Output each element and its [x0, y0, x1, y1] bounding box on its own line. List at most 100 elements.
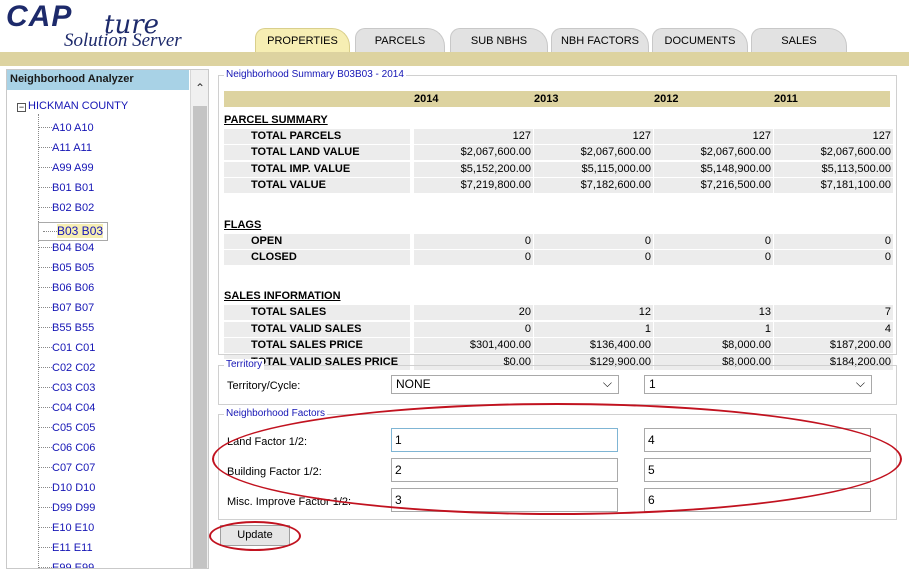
panel-scrollbar[interactable]: ⌃	[190, 70, 208, 568]
section-title: PARCEL SUMMARY	[224, 114, 328, 126]
row-value: $5,148,900.00	[654, 161, 773, 177]
tab-sub-nbhs[interactable]: SUB NBHS	[450, 28, 548, 52]
row-value: $301,400.00	[414, 338, 533, 354]
chevron-down-icon: ⌵	[855, 376, 865, 390]
row-value: 127	[774, 129, 893, 144]
table-row: TOTAL VALID SALES 0 1 1 4	[224, 321, 893, 337]
tree-item[interactable]: C02 C02	[38, 362, 95, 382]
tree-connector	[38, 507, 52, 508]
row-label: TOTAL PARCELS	[224, 129, 410, 144]
tree-item-label: C01 C01	[52, 342, 96, 354]
row-value: 0	[774, 233, 893, 249]
scroll-up-icon[interactable]: ⌃	[191, 70, 208, 106]
tree-item[interactable]: E11 E11	[38, 542, 93, 562]
row-value: 0	[534, 233, 653, 249]
tree-item-label: C02 C02	[52, 362, 96, 374]
row-label: OPEN	[224, 233, 410, 249]
tree-item[interactable]: D10 D10	[38, 482, 95, 502]
update-annotation-ellipse	[209, 521, 301, 551]
tab-bar-band	[0, 52, 909, 66]
tree-item[interactable]: B02 B02	[38, 202, 94, 222]
tree-item-label: B07 B07	[52, 302, 95, 314]
tree-connector	[43, 231, 57, 232]
tree-connector	[38, 427, 52, 428]
tab-properties[interactable]: PROPERTIES	[255, 28, 350, 52]
panel-title: Neighborhood Analyzer	[7, 70, 189, 90]
tree-item[interactable]: C06 C06	[38, 442, 95, 462]
tree-item-label: A11 A11	[52, 142, 92, 154]
row-value: 0	[414, 250, 533, 265]
tree-item[interactable]: E10 E10	[38, 522, 94, 542]
tree-connector	[38, 327, 52, 328]
tab-documents[interactable]: DOCUMENTS	[652, 28, 748, 52]
row-value: $2,067,600.00	[774, 145, 893, 161]
tab-nbh-factors[interactable]: NBH FACTORS	[551, 28, 649, 52]
tree-item-label: B06 B06	[52, 282, 95, 294]
tree-item[interactable]: B01 B01	[38, 182, 94, 202]
tree-item-label: C07 C07	[52, 462, 96, 474]
tree-item[interactable]: C05 C05	[38, 422, 95, 442]
tree-item[interactable]: C03 C03	[38, 382, 95, 402]
tree-item-label: C03 C03	[52, 382, 96, 394]
tree-item[interactable]: B55 B55	[38, 322, 94, 342]
tree-item-label: A10 A10	[52, 122, 94, 134]
row-value: $8,000.00	[654, 338, 773, 354]
cycle-select[interactable]: 1 ⌵	[644, 375, 872, 394]
factors-annotation-ellipse	[212, 403, 902, 515]
table-row: CLOSED 0 0 0 0	[224, 250, 893, 265]
tree-connector	[38, 367, 52, 368]
tree-connector	[38, 127, 52, 128]
row-value: $2,067,600.00	[654, 145, 773, 161]
row-value: 0	[534, 250, 653, 265]
tree-root[interactable]: − HICKMAN COUNTY	[17, 100, 128, 112]
tree-item[interactable]: C04 C04	[38, 402, 95, 422]
tree-item-label: B03 B03	[57, 224, 104, 238]
tree-item[interactable]: B07 B07	[38, 302, 94, 322]
row-value: $2,067,600.00	[534, 145, 653, 161]
tree-item[interactable]: C01 C01	[38, 342, 95, 362]
tree-connector	[38, 547, 52, 548]
row-label: TOTAL IMP. VALUE	[224, 161, 410, 177]
tree-item[interactable]: B05 B05	[38, 262, 94, 282]
collapse-icon[interactable]: −	[17, 103, 26, 112]
row-value: $7,182,600.00	[534, 178, 653, 194]
tree-item-label: B02 B02	[52, 202, 95, 214]
tree-connector	[38, 307, 52, 308]
table-row: TOTAL VALUE $7,219,800.00 $7,182,600.00 $7,…	[224, 178, 893, 194]
tree-item-label: C06 C06	[52, 442, 96, 454]
tree-item[interactable]: A11 A11	[38, 142, 92, 162]
tree-connector	[38, 387, 52, 388]
tree-item[interactable]: C07 C07	[38, 462, 95, 482]
chevron-down-icon: ⌵	[602, 376, 612, 390]
territory-select[interactable]: NONE ⌵	[391, 375, 619, 394]
tree-item[interactable]: D99 D99	[38, 502, 95, 522]
table-row: TOTAL LAND VALUE $2,067,600.00 $2,067,600.…	[224, 145, 893, 161]
row-value: 0	[654, 233, 773, 249]
tree-item[interactable]: B03 B03	[38, 222, 109, 241]
tree-connector	[38, 287, 52, 288]
tree-connector	[38, 527, 52, 528]
section-title: SALES INFORMATION	[224, 290, 341, 303]
tree-item[interactable]: A99 A99	[38, 162, 94, 182]
table-row: TOTAL IMP. VALUE $5,152,200.00 $5,115,000.…	[224, 161, 893, 177]
tree-item[interactable]: E99 E99	[38, 562, 94, 568]
scroll-thumb[interactable]	[193, 106, 207, 568]
row-value: 20	[414, 305, 533, 321]
neighborhood-summary: Neighborhood Summary B03B03 - 2014 2014 …	[218, 69, 897, 370]
tree-item[interactable]: B04 B04	[38, 242, 94, 262]
tree-item-label: E10 E10	[52, 522, 95, 534]
tree-item-label: C05 C05	[52, 422, 96, 434]
tree-item[interactable]: B06 B06	[38, 282, 94, 302]
row-value: 1	[654, 321, 773, 337]
row-value: 127	[414, 129, 533, 144]
row-value: 0	[654, 250, 773, 265]
row-value: 127	[654, 129, 773, 144]
row-value: 4	[774, 321, 893, 337]
tree-item[interactable]: A10 A10	[38, 122, 94, 142]
tab-parcels[interactable]: PARCELS	[355, 28, 445, 52]
row-value: $7,219,800.00	[414, 178, 533, 194]
tab-sales[interactable]: SALES	[751, 28, 847, 52]
row-value: 0	[774, 250, 893, 265]
row-value: 13	[654, 305, 773, 321]
year-header: 2014	[414, 93, 439, 105]
